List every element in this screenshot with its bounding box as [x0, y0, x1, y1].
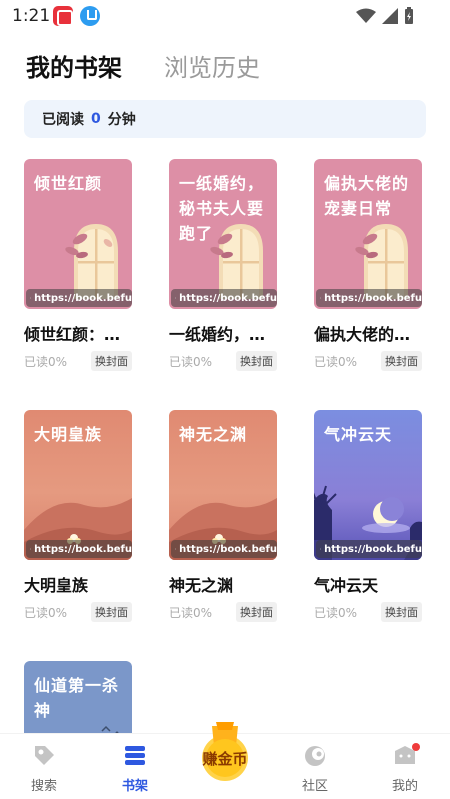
read-progress: 已读0%: [24, 354, 68, 369]
nav-mine-label: 我的: [391, 779, 418, 794]
cover-source-url: https://book.befu: [171, 289, 277, 307]
link-icon: [30, 297, 32, 299]
shopping-app-icon: [53, 6, 73, 26]
community-icon: [305, 746, 325, 766]
cover-url-text: https://book.befu: [34, 543, 132, 555]
change-cover-button[interactable]: 换封面: [381, 602, 422, 622]
earn-coins-label: 赚金币: [202, 750, 248, 768]
book-meta: 已读0% 换封面: [24, 351, 132, 371]
bookshelf-icon: [125, 746, 145, 765]
book-cover[interactable]: 神无之渊 https://book.befu: [169, 410, 277, 560]
book-card[interactable]: 大明皇族 https://book.befu 大明皇族 已读0% 换封面: [24, 410, 132, 622]
book-cover[interactable]: 偏执大佬的宠妻日常 https://book.befu: [314, 159, 422, 309]
book-meta: 已读0% 换封面: [314, 602, 422, 622]
reading-suffix: 分钟: [107, 112, 136, 128]
nav-bookshelf-label: 书架: [121, 779, 148, 794]
cover-source-url: https://book.befu: [26, 540, 132, 558]
tab-my-bookshelf[interactable]: 我的书架: [26, 48, 122, 83]
change-cover-button[interactable]: 换封面: [381, 351, 422, 371]
read-progress: 已读0%: [314, 605, 358, 620]
reading-minutes: 0: [91, 111, 101, 127]
book-card[interactable]: 倾世红颜 https://book.befu 倾世红颜：… 已读0% 换封面: [24, 159, 132, 371]
cover-source-url: https://book.befu: [171, 540, 277, 558]
cover-title: 偏执大佬的宠妻日常: [324, 174, 410, 218]
book-title[interactable]: 偏执大佬的…: [314, 321, 422, 345]
status-time: 1:21: [12, 6, 51, 26]
cover-title: 一纸婚约，秘书夫人要跑了: [179, 174, 265, 243]
download-icon: [80, 6, 100, 26]
cover-title: 仙道第一杀神: [34, 676, 120, 720]
nav-bookshelf[interactable]: 书架: [105, 742, 165, 794]
cover-url-text: https://book.befu: [34, 292, 132, 304]
shelf-tabs: 我的书架 浏览历史: [26, 48, 260, 83]
read-progress: 已读0%: [169, 354, 213, 369]
cover-source-url: https://book.befu: [26, 289, 132, 307]
link-icon: [175, 548, 177, 550]
nav-community[interactable]: 社区: [285, 742, 345, 794]
book-card[interactable]: 神无之渊 https://book.befu 神无之渊 已读0% 换封面: [169, 410, 277, 622]
book-cover[interactable]: 气冲云天 https://book.befu: [314, 410, 422, 560]
read-progress: 已读0%: [169, 605, 213, 620]
change-cover-button[interactable]: 换封面: [236, 351, 277, 371]
cover-url-text: https://book.befu: [179, 292, 277, 304]
cover-source-url: https://book.befu: [316, 289, 422, 307]
book-meta: 已读0% 换封面: [169, 351, 277, 371]
earn-coins-button[interactable]: 赚金币: [190, 718, 260, 782]
cover-title: 倾世红颜: [34, 174, 103, 193]
book-cover[interactable]: 大明皇族 https://book.befu: [24, 410, 132, 560]
status-bar: 1:21: [0, 0, 450, 32]
book-cover[interactable]: 一纸婚约，秘书夫人要跑了 https://book.befu: [169, 159, 277, 309]
reading-time-banner: 已阅读 0 分钟: [24, 100, 426, 138]
nav-community-label: 社区: [301, 779, 328, 794]
book-title[interactable]: 气冲云天: [314, 572, 422, 596]
book-card[interactable]: 偏执大佬的宠妻日常 https://book.befu 偏执大佬的… 已读0% …: [314, 159, 422, 371]
cover-url-text: https://book.befu: [324, 543, 422, 555]
book-title[interactable]: 倾世红颜：…: [24, 321, 132, 345]
link-icon: [320, 548, 322, 550]
change-cover-button[interactable]: 换封面: [236, 602, 277, 622]
nav-search-label: 搜索: [30, 779, 57, 794]
link-icon: [175, 297, 177, 299]
read-progress: 已读0%: [24, 605, 68, 620]
battery-icon: [405, 7, 413, 24]
tab-browse-history[interactable]: 浏览历史: [164, 48, 260, 83]
book-card[interactable]: 气冲云天 https://book.befu 气冲云天 已读0% 换封面: [314, 410, 422, 622]
link-icon: [30, 548, 32, 550]
read-progress: 已读0%: [314, 354, 358, 369]
book-title[interactable]: 神无之渊: [169, 572, 277, 596]
cover-source-url: https://book.befu: [316, 540, 422, 558]
cover-title: 神无之渊: [179, 425, 248, 444]
nav-mine[interactable]: 我的: [375, 742, 435, 794]
book-title[interactable]: 大明皇族: [24, 572, 132, 596]
book-meta: 已读0% 换封面: [24, 602, 132, 622]
change-cover-button[interactable]: 换封面: [91, 351, 132, 371]
book-meta: 已读0% 换封面: [169, 602, 277, 622]
reading-prefix: 已阅读: [42, 112, 84, 128]
book-meta: 已读0% 换封面: [314, 351, 422, 371]
nav-search[interactable]: 搜索: [14, 742, 74, 794]
book-cover[interactable]: 倾世红颜 https://book.befu: [24, 159, 132, 309]
book-card[interactable]: 一纸婚约，秘书夫人要跑了 https://book.befu 一纸婚约，… 已读…: [169, 159, 277, 371]
wifi-icon: [356, 8, 376, 23]
cover-url-text: https://book.befu: [324, 292, 422, 304]
status-indicators: [356, 7, 414, 25]
bottom-nav: 搜索 书架 赚金币 社区 我的: [0, 722, 450, 799]
change-cover-button[interactable]: 换封面: [91, 602, 132, 622]
cover-url-text: https://book.befu: [179, 543, 277, 555]
link-icon: [320, 297, 322, 299]
search-tag-icon: [35, 746, 54, 765]
cover-title: 大明皇族: [34, 425, 103, 444]
signal-icon: [382, 8, 398, 24]
profile-icon: [395, 743, 420, 764]
cover-title: 气冲云天: [324, 425, 393, 444]
book-title[interactable]: 一纸婚约，…: [169, 321, 277, 345]
